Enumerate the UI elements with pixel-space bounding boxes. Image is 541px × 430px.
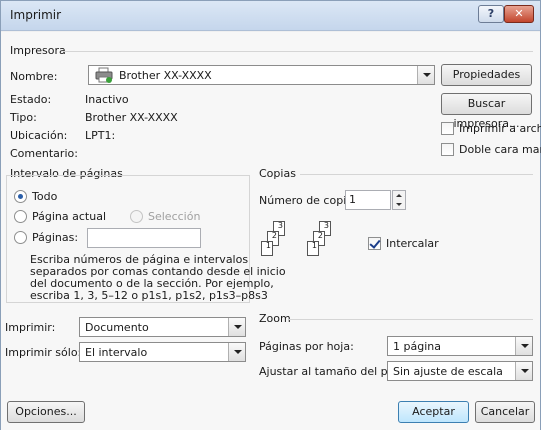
- status-value: Inactivo: [85, 93, 129, 106]
- scale-to-paper-select[interactable]: Sin ajuste de escala: [387, 361, 533, 381]
- copies-group-divider: [300, 174, 533, 175]
- print-to-file-label[interactable]: Imprimir a archivo: [459, 122, 541, 135]
- collate-page-icon: 1: [307, 241, 319, 256]
- collate-label[interactable]: Intercalar: [386, 237, 439, 250]
- cancel-button[interactable]: Cancelar: [475, 401, 535, 423]
- chevron-down-icon[interactable]: [515, 362, 532, 380]
- status-label: Estado:: [10, 93, 52, 106]
- collate-checkbox[interactable]: [368, 237, 381, 250]
- comment-label: Comentario:: [10, 147, 78, 160]
- help-button[interactable]: ?: [478, 5, 504, 23]
- scale-to-paper-value: Sin ajuste de escala: [393, 365, 503, 378]
- options-button[interactable]: Opciones...: [7, 401, 85, 423]
- title-bar[interactable]: Imprimir ? ✕: [1, 1, 540, 31]
- current-page-label[interactable]: Página actual: [32, 210, 106, 223]
- ok-button[interactable]: Aceptar: [398, 401, 469, 423]
- copies-count-value: 1: [349, 193, 356, 206]
- copies-group-title: Copias: [259, 167, 296, 180]
- print-what-value: Documento: [85, 321, 149, 334]
- print-only-value: El intervalo: [85, 346, 148, 359]
- chevron-down-icon[interactable]: [417, 66, 434, 84]
- location-label: Ubicación:: [10, 129, 68, 142]
- print-what-select[interactable]: Documento: [79, 317, 246, 337]
- printer-group-divider: [63, 51, 533, 52]
- print-only-select[interactable]: El intervalo: [79, 342, 246, 362]
- chevron-down-icon[interactable]: [228, 318, 245, 336]
- pages-per-sheet-value: 1 página: [393, 340, 441, 353]
- pages-input[interactable]: [87, 228, 201, 248]
- pages-label[interactable]: Páginas:: [32, 231, 78, 244]
- zoom-group-divider: [289, 319, 533, 320]
- all-pages-label[interactable]: Todo: [32, 190, 57, 203]
- print-only-label: Imprimir sólo:: [5, 346, 82, 359]
- pages-radio[interactable]: [14, 231, 27, 244]
- chevron-down-icon[interactable]: [228, 343, 245, 361]
- close-button[interactable]: ✕: [504, 5, 534, 23]
- print-to-file-checkbox[interactable]: [441, 122, 454, 135]
- dialog-content: Impresora Nombre: Brother XX-XXXX Propie…: [1, 32, 541, 430]
- find-printer-button[interactable]: Buscar impresora...: [441, 93, 532, 130]
- current-page-radio[interactable]: [14, 210, 27, 223]
- copies-spinner[interactable]: [392, 190, 406, 210]
- print-what-label: Imprimir:: [5, 321, 56, 334]
- copies-count-input[interactable]: 1: [345, 190, 391, 210]
- pages-hint-line: escriba 1, 3, 5–12 o p1s1, p1s2, p1s3–p8…: [30, 289, 268, 302]
- printer-name-label: Nombre:: [10, 70, 58, 83]
- manual-duplex-checkbox[interactable]: [441, 143, 454, 156]
- selection-label: Selección: [148, 210, 201, 223]
- printer-group-title: Impresora: [10, 44, 66, 57]
- chevron-down-icon[interactable]: [515, 337, 532, 355]
- pages-per-sheet-label: Páginas por hoja:: [259, 340, 354, 353]
- collate-page-icon: 1: [261, 241, 273, 256]
- zoom-group-title: Zoom: [259, 312, 291, 325]
- location-value: LPT1:: [85, 129, 116, 142]
- type-label: Tipo:: [10, 111, 37, 124]
- printer-name-select[interactable]: Brother XX-XXXX: [88, 65, 435, 85]
- all-pages-radio[interactable]: [14, 190, 27, 203]
- printer-icon: [95, 67, 113, 83]
- printer-name-value: Brother XX-XXXX: [119, 69, 212, 82]
- properties-button[interactable]: Propiedades: [441, 64, 532, 86]
- print-dialog: Imprimir ? ✕ Impresora Nombre: Brother X…: [0, 0, 541, 430]
- manual-duplex-label[interactable]: Doble cara manual: [459, 143, 541, 156]
- type-value: Brother XX-XXXX: [85, 111, 178, 124]
- dialog-title: Imprimir: [10, 8, 62, 22]
- pages-per-sheet-select[interactable]: 1 página: [387, 336, 533, 356]
- selection-radio: [130, 210, 143, 223]
